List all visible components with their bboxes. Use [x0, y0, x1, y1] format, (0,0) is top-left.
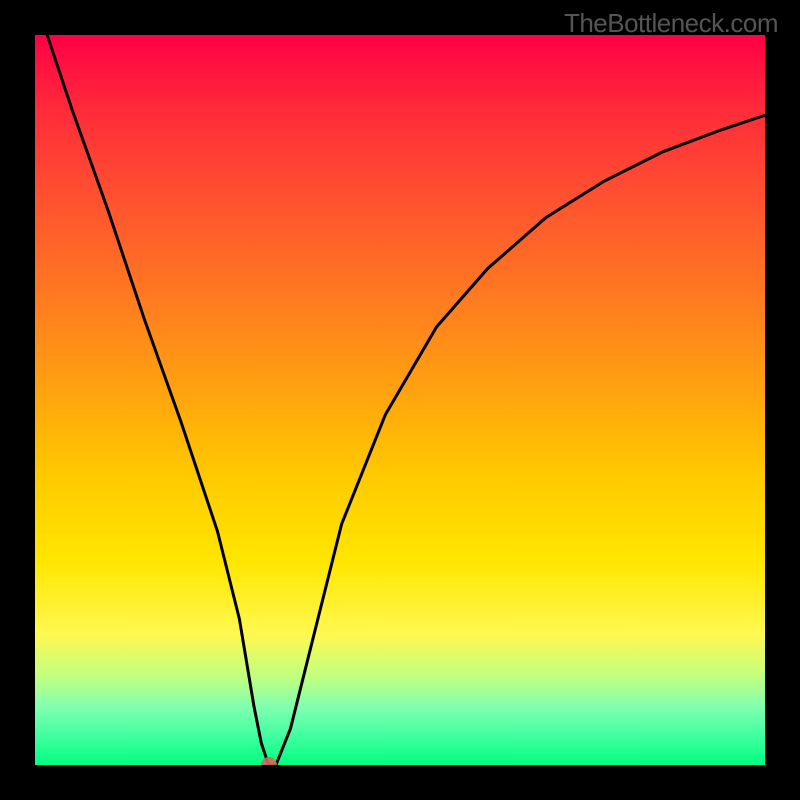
bottleneck-curve	[35, 35, 765, 765]
optimal-point-marker	[261, 757, 277, 773]
watermark-text: TheBottleneck.com	[564, 8, 778, 39]
chart-frame: TheBottleneck.com	[0, 0, 800, 800]
